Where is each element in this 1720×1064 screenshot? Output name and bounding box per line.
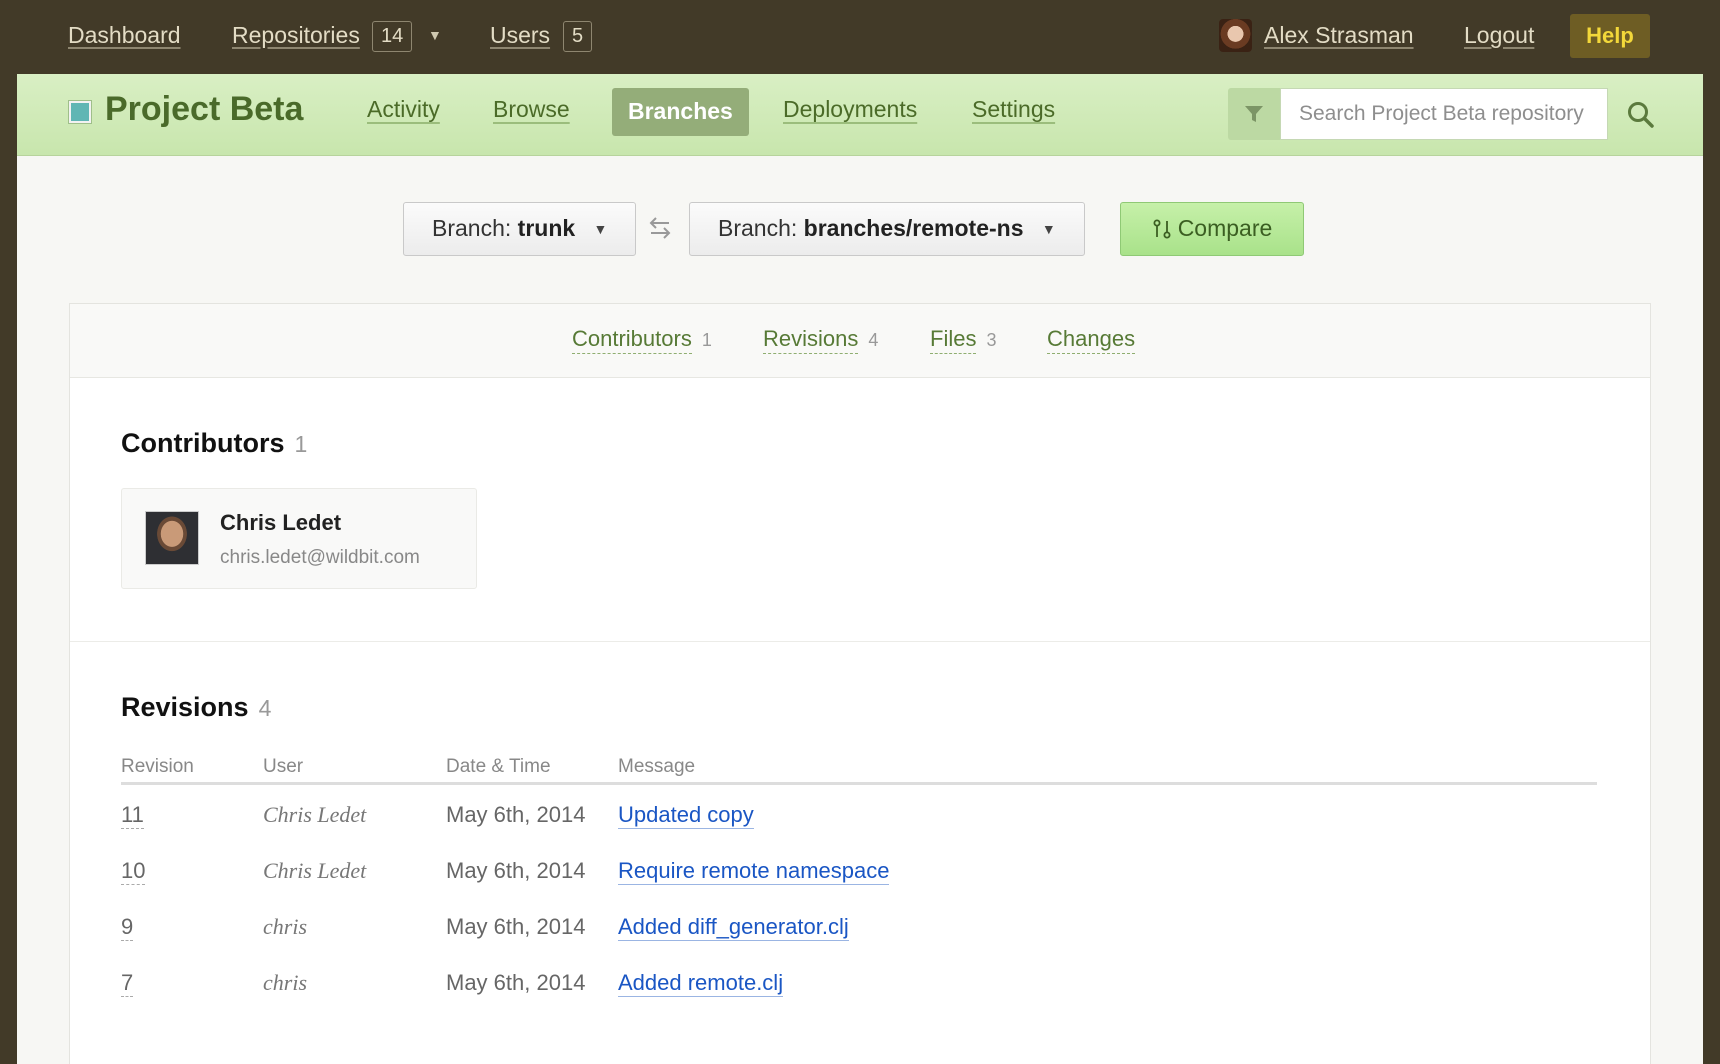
head-branch-value: branches/remote-ns xyxy=(803,215,1024,241)
project-title[interactable]: Project Beta xyxy=(105,90,303,129)
contributor-email: chris.ledet@wildbit.com xyxy=(220,547,420,568)
revision-number-link[interactable]: 9 xyxy=(121,914,134,941)
column-header-user: User xyxy=(263,756,304,777)
revision-user: Chris Ledet xyxy=(263,802,367,827)
tab-browse[interactable]: Browse xyxy=(493,96,570,123)
tab-activity[interactable]: Activity xyxy=(367,96,440,123)
revision-user: Chris Ledet xyxy=(263,858,367,883)
logout-link[interactable]: Logout xyxy=(1464,22,1534,49)
revision-message-link[interactable]: Updated copy xyxy=(618,802,754,829)
help-button[interactable]: Help xyxy=(1570,14,1650,58)
summary-tab-files[interactable]: Files 3 xyxy=(930,326,996,354)
top-navigation-bar: Dashboard Repositories 14 ▼ Users 5 Alex… xyxy=(0,0,1720,74)
section-divider xyxy=(70,641,1650,642)
column-header-revision: Revision xyxy=(121,756,194,777)
compare-button-label: Compare xyxy=(1177,215,1273,241)
revisions-table-header: Revision User Date & Time Message xyxy=(121,750,1597,785)
search-icon[interactable] xyxy=(1626,100,1656,130)
revision-date: May 6th, 2014 xyxy=(446,802,586,827)
current-user-avatar[interactable] xyxy=(1219,19,1252,52)
table-row: 11 Chris Ledet May 6th, 2014 Updated cop… xyxy=(121,785,1597,841)
revisions-heading: Revisions 4 xyxy=(121,692,272,722)
column-header-message: Message xyxy=(618,756,696,777)
summary-tab-revisions[interactable]: Revisions 4 xyxy=(763,326,878,354)
contributor-card: Chris Ledet chris.ledet@wildbit.com xyxy=(121,488,477,589)
revision-user: chris xyxy=(263,914,307,939)
summary-tab-changes[interactable]: Changes xyxy=(1047,326,1136,354)
tab-branches[interactable]: Branches xyxy=(612,88,749,136)
project-subnav: Project Beta Activity Browse Branches De… xyxy=(17,74,1703,156)
table-row: 10 Chris Ledet May 6th, 2014 Require rem… xyxy=(121,841,1597,897)
tab-deployments[interactable]: Deployments xyxy=(783,96,917,123)
contributor-name: Chris Ledet xyxy=(220,510,342,535)
revision-message-link[interactable]: Added diff_generator.clj xyxy=(618,914,849,941)
main-panel: Project Beta Activity Browse Branches De… xyxy=(17,74,1703,1064)
base-branch-label: Branch: xyxy=(432,215,512,241)
compare-icon xyxy=(1153,219,1171,239)
tab-settings[interactable]: Settings xyxy=(972,96,1055,123)
contributor-avatar xyxy=(145,511,199,565)
revision-date: May 6th, 2014 xyxy=(446,858,586,883)
current-user-link[interactable]: Alex Strasman xyxy=(1264,22,1414,49)
revision-date: May 6th, 2014 xyxy=(446,914,586,939)
table-row: 9 chris May 6th, 2014 Added diff_generat… xyxy=(121,897,1597,953)
project-color-swatch xyxy=(69,101,91,123)
revision-message-link[interactable]: Added remote.clj xyxy=(618,970,784,997)
revision-number-link[interactable]: 11 xyxy=(121,802,144,829)
revision-user: chris xyxy=(263,970,307,995)
base-branch-value: trunk xyxy=(517,215,576,241)
chevron-down-icon: ▼ xyxy=(593,221,608,237)
summary-tabs: Contributors 1 Revisions 4 Files 3 Changes xyxy=(70,304,1650,378)
revision-message-link[interactable]: Require remote namespace xyxy=(618,858,890,885)
table-row: 7 chris May 6th, 2014 Added remote.clj xyxy=(121,953,1597,1009)
chevron-down-icon: ▼ xyxy=(1041,221,1056,237)
revision-number-link[interactable]: 10 xyxy=(121,858,146,885)
swap-branches-icon[interactable] xyxy=(647,214,673,242)
repositories-count-badge: 14 xyxy=(372,21,413,52)
head-branch-label: Branch: xyxy=(718,215,798,241)
repository-search-input[interactable] xyxy=(1280,88,1608,140)
repositories-dropdown-caret-icon[interactable]: ▼ xyxy=(428,27,442,43)
head-branch-select[interactable]: Branch: branches/remote-ns ▼ xyxy=(689,202,1085,256)
search-filter-button[interactable] xyxy=(1228,88,1280,140)
base-branch-select[interactable]: Branch: trunk ▼ xyxy=(403,202,637,256)
nav-users-link[interactable]: Users xyxy=(490,22,550,49)
column-header-date: Date & Time xyxy=(446,756,551,777)
revisions-table: Revision User Date & Time Message 11 Chr… xyxy=(121,750,1597,1009)
revision-number-link[interactable]: 7 xyxy=(121,970,134,997)
revision-date: May 6th, 2014 xyxy=(446,970,586,995)
contributors-heading: Contributors 1 xyxy=(121,428,308,458)
nav-dashboard-link[interactable]: Dashboard xyxy=(68,22,181,49)
users-count-badge: 5 xyxy=(563,21,593,52)
filter-icon xyxy=(1245,106,1263,122)
comparison-results-card: Contributors 1 Revisions 4 Files 3 Changes … xyxy=(69,303,1651,1064)
summary-tab-contributors[interactable]: Contributors 1 xyxy=(572,326,712,354)
compare-button[interactable]: Compare xyxy=(1120,202,1304,256)
nav-repositories-link[interactable]: Repositories xyxy=(232,22,360,49)
